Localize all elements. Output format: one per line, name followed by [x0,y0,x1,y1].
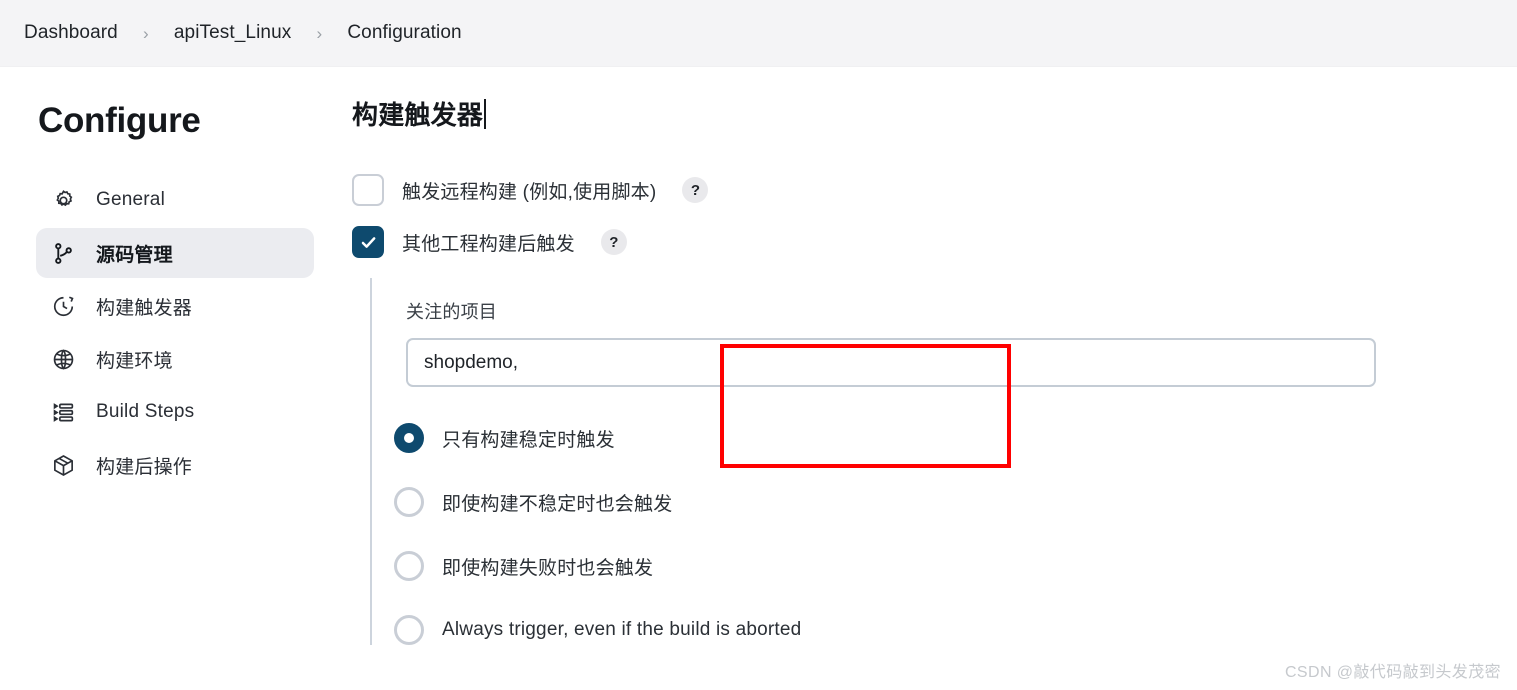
sidebar-item-label: 构建环境 [96,350,173,372]
sidebar-item-source-code-management[interactable]: 源码管理 [36,228,314,278]
sidebar-item-label: 构建触发器 [96,297,193,319]
radio-label[interactable]: Always trigger, even if the build is abo… [442,619,801,641]
clock-icon [50,293,76,319]
radio-unstable[interactable] [394,487,424,517]
page-title: Configure [38,101,201,140]
list-steps-icon [50,399,76,425]
breadcrumb-separator-icon: › [143,23,149,43]
gear-icon [50,187,76,213]
radio-row-unstable[interactable]: 即使构建不稳定时也会触发 [394,487,1517,517]
radio-label[interactable]: 即使构建失败时也会触发 [442,553,653,580]
trigger-condition-radio-group: 只有构建稳定时触发 即使构建不稳定时也会触发 即使构建失败时也会触发 Alway… [394,423,1517,645]
radio-stable[interactable] [394,423,424,453]
radio-row-failed[interactable]: 即使构建失败时也会触发 [394,551,1517,581]
build-after-other-projects-settings: 关注的项目 只有构建稳定时触发 即使构建不稳定时也会触发 即使构建失败时也会触发 [370,278,1517,645]
help-icon[interactable]: ? [682,177,709,203]
package-icon [50,452,76,478]
sidebar-item-build-triggers[interactable]: 构建触发器 [36,281,314,331]
build-after-other-projects-label[interactable]: 其他工程构建后触发 [402,229,575,256]
projects-to-watch-input[interactable] [406,338,1376,387]
projects-to-watch-label: 关注的项目 [406,302,497,322]
section-title: 构建触发器 [352,95,487,132]
build-after-other-projects-checkbox[interactable] [352,226,384,258]
breadcrumb-item-dashboard[interactable]: Dashboard [24,22,118,44]
globe-icon [50,346,76,372]
sidebar-item-build-steps[interactable]: Build Steps [36,387,314,437]
watermark: CSDN @敲代码敲到头发茂密 [1284,664,1501,681]
build-after-other-projects-row[interactable]: 其他工程构建后触发 ? [352,226,1517,258]
radio-always[interactable] [394,615,424,645]
sidebar-item-post-build-actions[interactable]: 构建后操作 [36,440,314,490]
section-title-text: 构建触发器 [352,100,484,130]
build-triggers-panel: 构建触发器 触发远程构建 (例如,使用脚本) ? 其他工程构建后触发 ? 关注的… [340,67,1517,690]
sidebar-item-general[interactable]: General [36,175,314,225]
text-caret [484,98,487,129]
sidebar-item-label: Build Steps [96,401,195,422]
sidebar-nav: General 源码管理 构建触发器 构建环境 Build Steps 构建后操… [36,175,314,490]
radio-failed[interactable] [394,551,424,581]
breadcrumb-separator-icon: › [316,23,323,43]
radio-row-always[interactable]: Always trigger, even if the build is abo… [394,615,1517,645]
sidebar-item-label: 源码管理 [96,244,173,266]
help-icon[interactable]: ? [600,229,627,255]
breadcrumb-item-project[interactable]: apiTest_Linux [174,22,292,44]
trigger-remote-build-row[interactable]: 触发远程构建 (例如,使用脚本) ? [352,174,1517,206]
trigger-remote-build-checkbox[interactable] [352,174,384,206]
radio-label[interactable]: 只有构建稳定时触发 [442,425,615,452]
page-body: Configure General 源码管理 构建触发器 构建环境 Build … [0,67,1517,690]
radio-label[interactable]: 即使构建不稳定时也会触发 [442,489,672,516]
breadcrumb: Dashboard › apiTest_Linux › Configuratio… [0,0,1517,67]
sidebar-item-label: General [96,189,165,210]
sidebar-item-build-environment[interactable]: 构建环境 [36,334,314,384]
configure-sidebar: Configure General 源码管理 构建触发器 构建环境 Build … [0,67,340,690]
breadcrumb-item-configuration[interactable]: Configuration [347,22,461,44]
git-branch-icon [50,240,76,266]
sidebar-item-label: 构建后操作 [96,456,193,478]
radio-row-stable[interactable]: 只有构建稳定时触发 [394,423,1517,453]
trigger-remote-build-label[interactable]: 触发远程构建 (例如,使用脚本) [402,177,656,204]
